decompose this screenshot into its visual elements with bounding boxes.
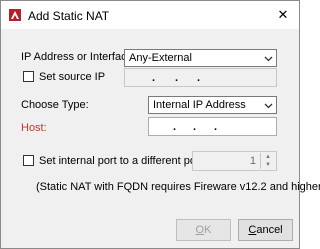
host-ip-field[interactable]: . . .	[148, 117, 277, 136]
add-static-nat-dialog: Add Static NAT ✕ IP Address or Interface…	[0, 0, 320, 249]
chevron-down-icon	[264, 103, 273, 109]
set-source-ip-label: Set source IP	[39, 71, 106, 83]
host-label: Host:	[21, 122, 47, 134]
source-ip-field[interactable]: . . .	[124, 68, 277, 87]
set-internal-port-label: Set internal port to a different port	[39, 155, 203, 167]
cancel-button[interactable]: Cancel	[238, 219, 293, 241]
decrement-button[interactable]: ▼	[260, 161, 275, 169]
title-bar: Add Static NAT ✕	[1, 1, 299, 29]
firebox-icon	[9, 9, 21, 21]
dialog-title: Add Static NAT	[28, 9, 110, 23]
choose-type-label: Choose Type:	[21, 99, 89, 111]
increment-button[interactable]: ▲	[260, 153, 275, 161]
close-button[interactable]: ✕	[275, 7, 291, 23]
ok-button[interactable]: OK	[176, 219, 231, 241]
choose-type-select[interactable]: Internal IP Address	[148, 96, 277, 114]
fqdn-note: (Static NAT with FQDN requires Fireware …	[36, 181, 320, 193]
set-source-ip-checkbox[interactable]	[23, 71, 34, 82]
ip-or-interface-label: IP Address or Interface	[21, 51, 133, 63]
close-icon: ✕	[277, 7, 289, 22]
internal-port-stepper[interactable]: 1 ▲ ▼	[192, 151, 277, 171]
ip-or-interface-select[interactable]: Any-External	[124, 49, 277, 67]
set-internal-port-checkbox[interactable]	[23, 155, 34, 166]
chevron-down-icon	[264, 56, 273, 62]
